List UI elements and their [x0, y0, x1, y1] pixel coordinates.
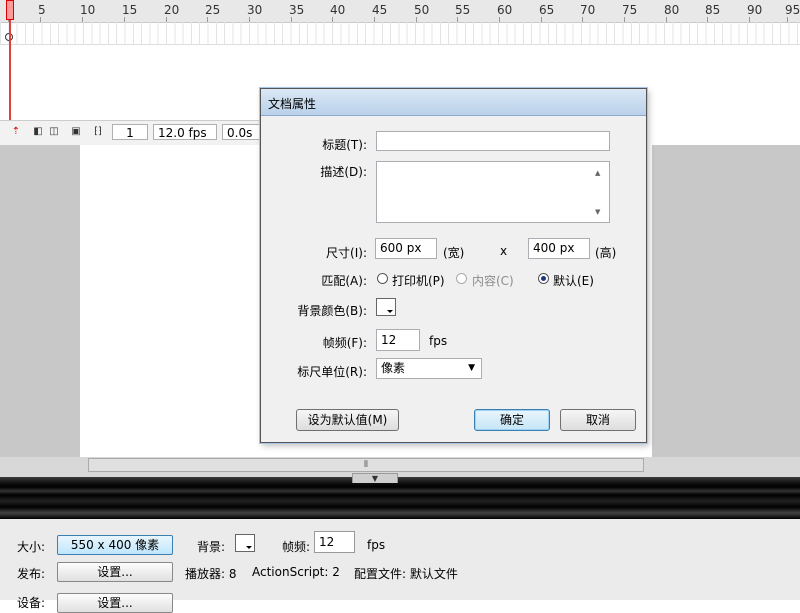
ruler-frame-number: 35 — [289, 3, 305, 17]
bg-color-swatch[interactable] — [376, 298, 396, 316]
profile-label: 配置文件: 默认文件 — [354, 567, 458, 581]
ruler-units-label: 标尺单位(R): — [297, 365, 367, 379]
dropdown-arrow-icon: ▼ — [468, 363, 475, 373]
ruler-frame-number: 10 — [80, 3, 96, 17]
background-label: 背景: — [197, 540, 226, 554]
horizontal-scrollbar[interactable]: ⦀ — [88, 458, 644, 472]
panel-divider — [0, 477, 800, 519]
ruler-frame-number: 30 — [247, 3, 263, 17]
ruler-frame-number: 80 — [664, 3, 680, 17]
ok-button[interactable]: 确定 — [474, 409, 550, 431]
bg-color-label: 背景颜色(B): — [297, 304, 367, 318]
frame-rate-label: 帧频(F): — [322, 336, 367, 350]
modify-onion-markers-icon[interactable]: ⁅⁆ — [92, 126, 104, 138]
ruler-frame-number: 25 — [205, 3, 221, 17]
size-label: 尺寸(I): — [326, 246, 367, 260]
collapse-panel-toggle[interactable]: ▼ — [352, 473, 398, 483]
fps-unit-label: fps — [367, 538, 386, 552]
height-unit-label: (高) — [595, 246, 617, 260]
match-label: 匹配(A): — [321, 274, 367, 288]
ruler-frame-number: 65 — [539, 3, 555, 17]
ruler-frame-number: 60 — [497, 3, 513, 17]
frame-rate-field: 12.0 fps — [153, 124, 217, 140]
onion-skin-icon[interactable]: ◧ — [32, 126, 44, 138]
document-properties-dialog: 文档属性 标题(T): 描述(D): ▲ ▼ 尺寸(I): 600 px (宽)… — [260, 88, 647, 443]
center-frame-icon[interactable]: ⇡ — [10, 126, 22, 138]
dialog-titlebar[interactable]: 文档属性 — [261, 89, 646, 116]
ruler-frame-number: 15 — [122, 3, 138, 17]
ruler-units-select[interactable]: 像素 ▼ — [376, 358, 482, 379]
description-label: 描述(D): — [320, 165, 367, 179]
width-input[interactable]: 600 px — [375, 238, 437, 259]
properties-panel: 大小: 550 x 400 像素 背景: 帧频: 12 fps 发布: 设置..… — [0, 519, 800, 613]
playhead-handle[interactable] — [6, 0, 14, 20]
fps-unit-label: fps — [429, 334, 448, 348]
scroll-up-icon[interactable]: ▲ — [595, 169, 600, 177]
publish-label: 发布: — [17, 567, 46, 581]
device-settings-button[interactable]: 设置... — [57, 593, 173, 613]
document-size-button[interactable]: 550 x 400 像素 — [57, 535, 173, 555]
actionscript-version-label: ActionScript: 2 — [252, 565, 340, 579]
match-contents-radio — [456, 273, 467, 284]
frame-rate-input[interactable]: 12 — [376, 329, 420, 351]
match-contents-label: 内容(C) — [472, 274, 514, 288]
elapsed-time-field: 0.0s — [222, 124, 260, 140]
match-printer-radio[interactable] — [377, 273, 388, 284]
match-printer-label[interactable]: 打印机(P) — [392, 272, 445, 289]
device-label: 设备: — [17, 596, 46, 610]
timeline-ruler[interactable]: 15101520253035404550556065707580859095 — [0, 0, 800, 23]
background-color-swatch[interactable] — [235, 534, 255, 552]
timeline-frames-row[interactable] — [0, 22, 800, 45]
publish-settings-button[interactable]: 设置... — [57, 562, 173, 582]
dialog-title: 文档属性 — [268, 97, 317, 111]
ruler-frame-number: 70 — [580, 3, 596, 17]
frame-rate-input[interactable]: 12 — [314, 531, 355, 553]
description-textarea[interactable] — [376, 161, 610, 223]
height-input[interactable]: 400 px — [528, 238, 590, 259]
edit-multiple-frames-icon[interactable]: ▣ — [70, 126, 82, 138]
ruler-frame-number: 45 — [372, 3, 388, 17]
cancel-button[interactable]: 取消 — [560, 409, 636, 431]
title-input[interactable] — [376, 131, 610, 151]
ruler-frame-number: 5 — [38, 3, 46, 17]
ruler-frame-number: 40 — [330, 3, 346, 17]
player-version-label: 播放器: 8 — [185, 567, 237, 581]
scroll-down-icon[interactable]: ▼ — [595, 208, 600, 216]
ruler-frame-number: 90 — [747, 3, 763, 17]
ruler-frame-number: 95 — [785, 3, 800, 17]
make-default-button[interactable]: 设为默认值(M) — [296, 409, 399, 431]
ruler-frame-number: 55 — [455, 3, 471, 17]
timeline-toolbar: ⇡ ◧ ◫ ▣ ⁅⁆ 1 12.0 fps 0.0s — [0, 120, 260, 145]
ruler-frame-number: 75 — [622, 3, 638, 17]
ruler-units-value: 像素 — [381, 361, 406, 375]
title-label: 标题(T): — [322, 138, 367, 152]
match-default-radio[interactable] — [538, 273, 549, 284]
size-label: 大小: — [17, 540, 46, 554]
match-default-label[interactable]: 默认(E) — [553, 272, 594, 289]
collapse-arrow-icon: ▼ — [371, 474, 379, 483]
ruler-frame-number: 85 — [705, 3, 721, 17]
ruler-frame-number: 20 — [164, 3, 180, 17]
frame-rate-label: 帧频: — [282, 540, 311, 554]
current-frame-field: 1 — [112, 124, 148, 140]
scroll-grip-icon: ⦀ — [364, 460, 368, 470]
onion-skin-outlines-icon[interactable]: ◫ — [48, 126, 60, 138]
width-unit-label: (宽) — [443, 246, 465, 260]
ruler-frame-number: 50 — [414, 3, 430, 17]
times-sign: x — [500, 244, 508, 258]
